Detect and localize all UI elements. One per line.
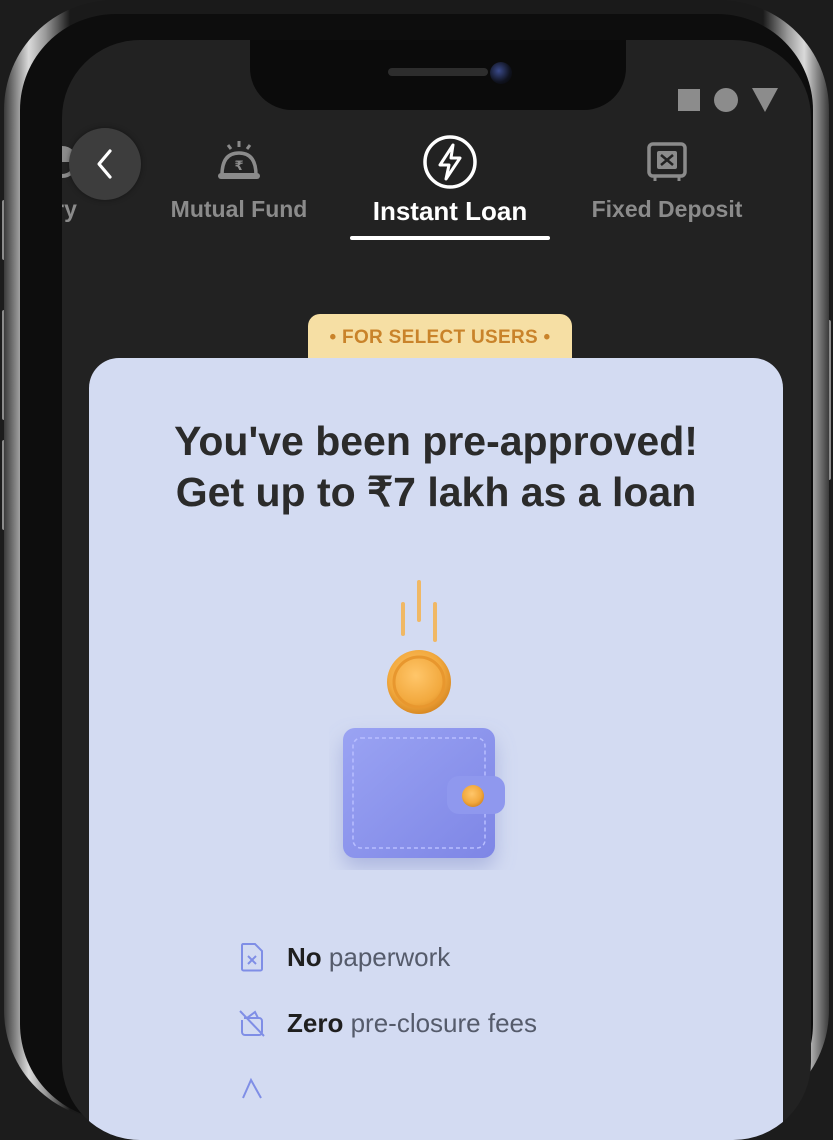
- headline-line-2: Get up to ₹7 lakh as a loan: [175, 469, 697, 515]
- camera: [490, 62, 512, 84]
- feature-text: No paperwork: [287, 941, 451, 972]
- feature-item: [235, 1056, 537, 1122]
- partial-icon: [235, 1072, 269, 1106]
- tab-label: Mutual Fund: [170, 196, 308, 222]
- circle-icon: [714, 88, 738, 112]
- tab-instant-loan[interactable]: Instant Loan: [350, 134, 550, 227]
- document-x-icon: [235, 940, 269, 974]
- tab-label: Instant Loan: [372, 196, 528, 226]
- phone-screen: Summary ₹ Mutual Fund: [62, 40, 811, 1140]
- safe-icon: [582, 134, 752, 190]
- headline-line-1: You've been pre-approved!: [174, 418, 698, 464]
- svg-text:₹: ₹: [234, 159, 243, 174]
- tab-label: Summary: [62, 196, 77, 222]
- tab-fixed-deposit[interactable]: Fixed Deposit: [582, 134, 752, 223]
- status-bar: [678, 88, 778, 112]
- triangle-icon: [752, 88, 778, 112]
- tab-label: Fixed Deposit: [591, 196, 743, 222]
- square-icon: [678, 89, 700, 111]
- back-button[interactable]: [69, 128, 141, 200]
- offer-headline: You've been pre-approved! Get up to ₹7 l…: [89, 416, 783, 518]
- loan-offer-card[interactable]: You've been pre-approved! Get up to ₹7 l…: [89, 358, 783, 1140]
- feature-list: No paperwork Zero pre-closure fees: [235, 924, 537, 1122]
- feature-item: Zero pre-closure fees: [235, 990, 537, 1056]
- no-fee-icon: [235, 1006, 269, 1040]
- feature-text: Zero pre-closure fees: [287, 1007, 537, 1038]
- select-users-badge: • FOR SELECT USERS •: [308, 314, 572, 362]
- speaker: [388, 68, 488, 76]
- rupee-pot-icon: ₹: [164, 134, 314, 190]
- phone-bezel: Summary ₹ Mutual Fund: [20, 14, 813, 1140]
- wallet-with-coin-icon: [329, 570, 529, 870]
- notch: [250, 40, 626, 110]
- tab-mutual-fund[interactable]: ₹ Mutual Fund: [164, 134, 314, 223]
- chevron-left-icon: [97, 149, 112, 179]
- active-tab-indicator: [350, 236, 550, 240]
- lightning-icon: [350, 134, 550, 190]
- feature-item: No paperwork: [235, 924, 537, 990]
